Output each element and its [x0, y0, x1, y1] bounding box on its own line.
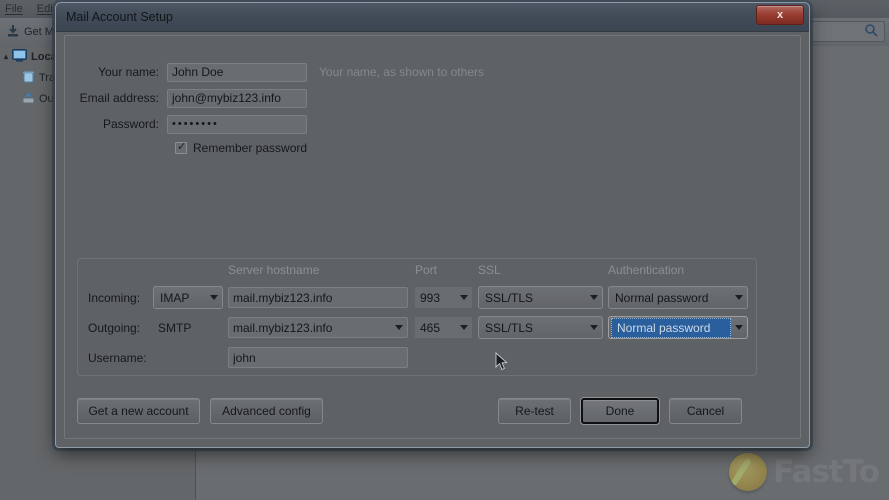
get-a-new-account-button[interactable]: Get a new account — [77, 398, 200, 424]
incoming-protocol-select[interactable]: IMAP — [153, 286, 223, 309]
mail-account-setup-dialog: Mail Account Setup x Your name: John Doe… — [55, 2, 810, 448]
watermark-text: FastTo — [773, 454, 880, 490]
menu-edit[interactable]: Edit — [37, 3, 56, 15]
email-address-input[interactable]: john@mybiz123.info — [167, 88, 307, 108]
row-password: Password: •••••••• — [77, 112, 484, 136]
outgoing-label: Outgoing: — [88, 321, 141, 335]
remember-password-row[interactable]: Remember password — [175, 140, 484, 155]
username-row: Username: john — [78, 346, 756, 370]
chevron-down-icon — [395, 325, 403, 330]
search-icon — [864, 23, 878, 40]
incoming-ssl-value: SSL/TLS — [485, 290, 534, 305]
row-email-address: Email address: john@mybiz123.info — [77, 86, 484, 110]
incoming-port-select[interactable]: 993 — [415, 287, 472, 308]
dialog-body: Your name: John Doe Your name, as shown … — [64, 35, 801, 439]
advanced-config-button[interactable]: Advanced config — [210, 398, 323, 424]
username-input[interactable]: john — [228, 347, 408, 368]
done-button[interactable]: Done — [581, 398, 659, 424]
twisty-icon[interactable]: ▴ — [4, 52, 8, 61]
outgoing-auth-select[interactable]: Normal password — [608, 316, 748, 339]
row-your-name: Your name: John Doe Your name, as shown … — [77, 60, 484, 84]
username-value: john — [233, 350, 256, 365]
server-column-headers: Server hostname Port SSL Authentication — [78, 263, 756, 281]
outgoing-hostname-value: mail.mybiz123.info — [233, 320, 333, 335]
password-label: Password: — [102, 117, 159, 131]
dialog-button-row: Get a new account Advanced config Re-tes… — [77, 398, 788, 424]
incoming-row: Incoming: IMAP mail.mybiz123.info 993 SS… — [78, 286, 756, 310]
incoming-protocol-value: IMAP — [160, 290, 190, 305]
header-port: Port — [415, 263, 438, 277]
server-settings-group: Server hostname Port SSL Authentication … — [77, 258, 757, 376]
header-authentication: Authentication — [608, 263, 685, 277]
trash-icon — [22, 70, 35, 86]
incoming-hostname-value: mail.mybiz123.info — [233, 290, 333, 305]
header-server-hostname: Server hostname — [228, 263, 320, 277]
get-mail-label: Get M — [24, 26, 54, 38]
chevron-down-icon — [590, 295, 598, 300]
chevron-down-icon — [210, 295, 218, 300]
folder-label: Tra — [39, 71, 56, 84]
chevron-down-icon — [590, 325, 598, 330]
incoming-ssl-select[interactable]: SSL/TLS — [478, 286, 603, 309]
outgoing-ssl-value: SSL/TLS — [485, 320, 534, 335]
password-masked-value: •••••••• — [172, 118, 219, 130]
menu-file[interactable]: File — [5, 3, 23, 15]
your-name-input[interactable]: John Doe — [167, 62, 307, 82]
gold-disk-icon — [729, 453, 768, 491]
chevron-down-icon — [735, 325, 743, 330]
watermark: FastTo — [729, 450, 880, 494]
outgoing-port-value: 465 — [420, 320, 441, 335]
outgoing-port-select[interactable]: 465 — [415, 317, 472, 338]
outbox-icon — [22, 91, 35, 107]
outgoing-auth-value: Normal password — [611, 317, 731, 338]
incoming-port-value: 993 — [420, 290, 441, 305]
re-test-button[interactable]: Re-test — [498, 398, 571, 424]
outgoing-ssl-select[interactable]: SSL/TLS — [478, 316, 603, 339]
incoming-hostname-input[interactable]: mail.mybiz123.info — [228, 287, 408, 308]
folder-label: Loca — [31, 50, 57, 63]
your-name-label: Your name: — [98, 65, 159, 79]
outgoing-hostname-select[interactable]: mail.mybiz123.info — [228, 317, 408, 338]
password-input[interactable]: •••••••• — [167, 114, 307, 134]
username-label: Username: — [88, 351, 147, 365]
incoming-auth-value: Normal password — [615, 290, 709, 305]
outgoing-row: Outgoing: SMTP mail.mybiz123.info 465 SS… — [78, 316, 756, 340]
chevron-down-icon — [460, 325, 468, 330]
folder-label: Ou — [39, 92, 54, 105]
account-form: Your name: John Doe Your name, as shown … — [77, 60, 484, 155]
cancel-button[interactable]: Cancel — [669, 398, 742, 424]
remember-password-checkbox[interactable] — [175, 140, 187, 154]
local-folders-icon — [12, 48, 28, 65]
chevron-down-icon — [735, 295, 743, 300]
dialog-title: Mail Account Setup — [66, 10, 174, 24]
chevron-down-icon — [460, 295, 468, 300]
incoming-auth-select[interactable]: Normal password — [608, 286, 748, 309]
close-icon[interactable]: x — [756, 5, 804, 25]
outgoing-protocol-value: SMTP — [158, 321, 192, 335]
dialog-titlebar: Mail Account Setup x — [56, 3, 809, 32]
header-ssl: SSL — [478, 263, 501, 277]
get-mail-button[interactable]: Get M — [6, 24, 54, 41]
remember-password-label: Remember password — [193, 141, 308, 155]
your-name-hint: Your name, as shown to others — [319, 65, 484, 79]
email-address-label: Email address: — [79, 91, 159, 105]
incoming-label: Incoming: — [88, 291, 141, 305]
download-icon — [6, 24, 20, 41]
